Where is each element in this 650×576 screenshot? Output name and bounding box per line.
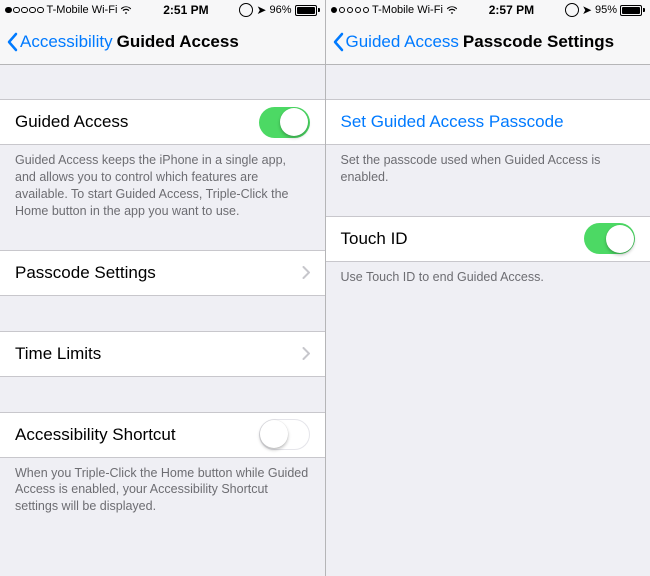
- page-title: Guided Access: [117, 32, 239, 52]
- chevron-left-icon: [6, 32, 18, 52]
- clock: 2:51 PM: [163, 3, 208, 17]
- back-label: Accessibility: [20, 32, 113, 52]
- row-label: Accessibility Shortcut: [15, 425, 176, 445]
- back-button[interactable]: Guided Access: [332, 32, 459, 52]
- footer-touch-id: Use Touch ID to end Guided Access.: [326, 262, 650, 296]
- footer-shortcut: When you Triple-Click the Home button wh…: [0, 458, 325, 526]
- battery-pct: 95%: [595, 4, 617, 16]
- rotation-lock-icon: [239, 3, 253, 17]
- nav-bar: Accessibility Guided Access: [0, 20, 325, 65]
- carrier-label: T-Mobile Wi-Fi: [47, 4, 118, 16]
- battery-icon: [295, 5, 320, 16]
- row-passcode-settings[interactable]: Passcode Settings: [0, 250, 325, 296]
- screen-guided-access: T-Mobile Wi-Fi 2:51 PM ➤ 96% Accessibili…: [0, 0, 326, 576]
- toggle-touch-id[interactable]: [584, 223, 635, 254]
- row-time-limits[interactable]: Time Limits: [0, 331, 325, 377]
- location-icon: ➤: [256, 3, 266, 17]
- battery-pct: 96%: [269, 4, 291, 16]
- row-label: Guided Access: [15, 112, 128, 132]
- row-touch-id[interactable]: Touch ID: [326, 216, 650, 262]
- location-icon: ➤: [582, 3, 592, 17]
- scroll-area[interactable]: Set Guided Access Passcode Set the passc…: [326, 64, 650, 576]
- carrier-label: T-Mobile Wi-Fi: [372, 4, 443, 16]
- wifi-icon: [120, 5, 132, 15]
- row-set-passcode[interactable]: Set Guided Access Passcode: [326, 99, 650, 145]
- row-label: Set Guided Access Passcode: [341, 112, 564, 132]
- row-guided-access-toggle[interactable]: Guided Access: [0, 99, 325, 145]
- toggle-guided-access[interactable]: [259, 107, 310, 138]
- nav-bar: Guided Access Passcode Settings: [326, 20, 650, 65]
- chevron-right-icon: [302, 347, 310, 360]
- wifi-icon: [446, 5, 458, 15]
- rotation-lock-icon: [565, 3, 579, 17]
- clock: 2:57 PM: [489, 3, 534, 17]
- footer-guided-access: Guided Access keeps the iPhone in a sing…: [0, 145, 325, 230]
- scroll-area[interactable]: Guided Access Guided Access keeps the iP…: [0, 64, 325, 576]
- row-accessibility-shortcut[interactable]: Accessibility Shortcut: [0, 412, 325, 458]
- signal-dots-icon: [331, 7, 370, 14]
- page-title: Passcode Settings: [463, 32, 614, 52]
- back-label: Guided Access: [346, 32, 459, 52]
- row-label: Time Limits: [15, 344, 101, 364]
- battery-icon: [620, 5, 645, 16]
- chevron-right-icon: [302, 266, 310, 279]
- row-label: Passcode Settings: [15, 263, 156, 283]
- toggle-accessibility-shortcut[interactable]: [259, 419, 310, 450]
- status-bar: T-Mobile Wi-Fi 2:51 PM ➤ 96%: [0, 0, 325, 20]
- screen-passcode-settings: T-Mobile Wi-Fi 2:57 PM ➤ 95% Guided Acce…: [326, 0, 650, 576]
- footer-set-passcode: Set the passcode used when Guided Access…: [326, 145, 650, 196]
- chevron-left-icon: [332, 32, 344, 52]
- status-bar: T-Mobile Wi-Fi 2:57 PM ➤ 95%: [326, 0, 650, 20]
- signal-dots-icon: [5, 7, 44, 14]
- back-button[interactable]: Accessibility: [6, 32, 113, 52]
- row-label: Touch ID: [341, 229, 408, 249]
